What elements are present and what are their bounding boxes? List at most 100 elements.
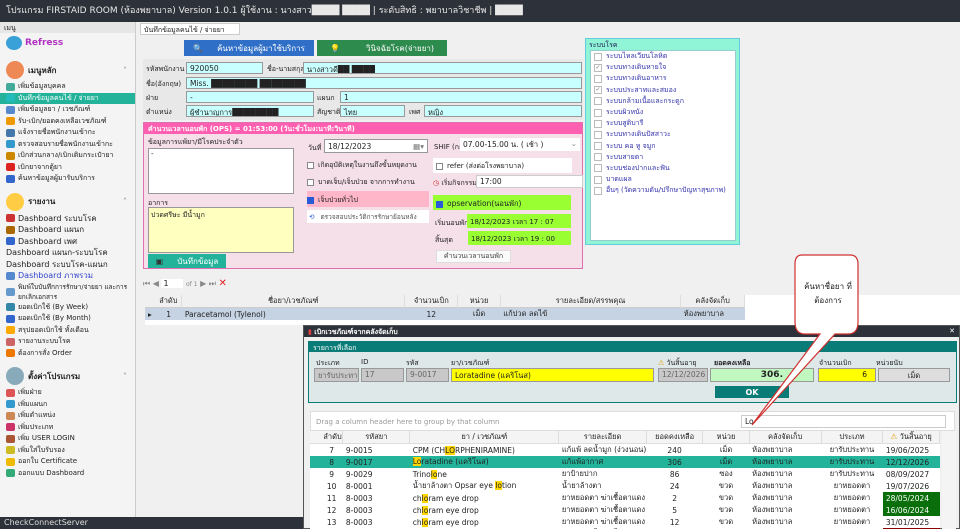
last-page-icon[interactable]: ⏭ [209, 279, 216, 288]
diagnose-button[interactable]: 💡 วินิจฉัยโรค(จ่ายยา) [317, 40, 447, 56]
column-header[interactable]: ลำดับ [155, 295, 183, 308]
checkbox[interactable] [594, 130, 602, 139]
menu-item[interactable]: ค้นหาข้อมูลผู้มารับบริการ [0, 173, 135, 185]
checkbox[interactable] [594, 52, 602, 61]
activity-start-field[interactable]: 17:00 [476, 175, 583, 188]
disease-checkbox[interactable]: ระบบสายตา [591, 152, 735, 163]
menu-item[interactable]: รับ-เบิก/ยอดคงเหลือเวชภัณฑ์ [0, 116, 135, 128]
checkbox[interactable] [594, 153, 602, 162]
table-row[interactable]: 10 8-0001 น้ำยาล้างตา Opsar eye lotion น… [310, 480, 940, 492]
calc-rest-button[interactable]: คำนวนเวลานอนพัก [436, 250, 511, 263]
menu-group-header[interactable]: รายงาน ˄ [0, 191, 135, 213]
next-page-icon[interactable]: ▶ [200, 279, 206, 288]
refer-checkbox[interactable]: refer (ส่งต่อโรงพยาบาล) [433, 158, 572, 173]
dept-field[interactable]: - [186, 91, 314, 103]
menu-item[interactable]: Dashboard เพศ [0, 236, 135, 248]
disease-checkbox[interactable]: บาดแผล [591, 174, 735, 185]
menu-item[interactable]: พิมพ์ใบบันทึกการรักษา/จ่ายยา และการยกเลิ… [0, 282, 135, 302]
menu-item[interactable]: เพิ่ม USER LOGIN [0, 433, 135, 445]
name-field[interactable]: นางสาวดี██ ████ [303, 62, 582, 74]
column-header[interactable]: รหัสยา [342, 431, 411, 444]
menu-item[interactable]: เบิกยาจากตู้ยา [0, 162, 135, 174]
history-textarea[interactable]: - [148, 148, 294, 194]
checkbox[interactable]: ✓ [594, 63, 602, 72]
menu-item[interactable]: Dashboard แผนก [0, 224, 135, 236]
column-header[interactable]: ⚠ วันสิ้นอายุ [882, 431, 940, 444]
checkbox[interactable] [594, 175, 602, 184]
table-row[interactable]: 13 8-0003 chloram eye drop ยาหยอดตา ฆ่าเ… [310, 516, 940, 528]
symptom-textarea[interactable]: ปวดศรีษะ มีน้ำมูก [148, 207, 294, 253]
general-illness-checkbox[interactable]: เจ็บป่วยทั่วไป [307, 191, 429, 207]
refresh-button[interactable]: Refress [0, 33, 135, 53]
accident-checkbox[interactable]: เกิดอุบัติเหตุในงานถึงขั้นหยุดงาน [307, 160, 417, 171]
menu-item[interactable]: ตรวจสอบรายชื่อพนักงานเข้ากะ [0, 139, 135, 151]
menu-item[interactable]: เพิ่มประเภท [0, 422, 135, 434]
checkbox[interactable] [594, 186, 602, 195]
checkbox[interactable] [594, 74, 602, 83]
save-button[interactable]: ▣ บันทึกข้อมูล [148, 254, 226, 268]
menu-item[interactable]: Dashboard ภาพรวม [0, 270, 135, 282]
disease-checkbox[interactable]: ระบบผิวหนัง [591, 107, 735, 118]
table-row[interactable]: 9 9-0029 Trinolone ยาป้ายปาก 86 ซอง ห้อง… [310, 468, 940, 480]
column-header[interactable]: ยอดคงเหลือ [646, 431, 704, 444]
checkbox[interactable] [594, 119, 602, 128]
column-header[interactable]: คลังจัดเก็บ [680, 295, 745, 308]
menu-item[interactable]: Dashboard ระบบโรค-แผนก [0, 259, 135, 271]
disease-checkbox[interactable]: อื่นๆ (วัดความดัน/ปรึกษาปัญหาสุขภาพ) [591, 185, 735, 196]
collapse-icon[interactable]: ˄ [123, 66, 127, 75]
tab-patient-record[interactable]: บันทึกข้อมูลคนไข้ / จ่ายยา [140, 23, 240, 35]
rest-start-picker[interactable]: 18/12/2023 เวลา 17 : 07 [467, 214, 571, 228]
position-field[interactable]: ผู้ชำนาญการ████████ [186, 105, 314, 117]
close-icon[interactable]: ✕ [949, 327, 955, 335]
observation-checkbox[interactable]: opservation(นอนพัก) [433, 195, 571, 210]
menu-item[interactable]: เบิกส่วนกลาง/เบิกเติมกระเป๋ายา [0, 150, 135, 162]
menu-group-header[interactable]: ตั้งค่าโปรแกรม ˄ [0, 365, 135, 387]
disease-checkbox[interactable]: ระบบช่องปากและฟัน [591, 163, 735, 174]
menu-item[interactable]: ต้องการสั่ง Order [0, 348, 135, 360]
menu-item[interactable]: เพิ่มแผนก [0, 399, 135, 411]
column-header[interactable]: ยา / เวชภัณฑ์ [409, 431, 560, 444]
column-header[interactable]: จำนวนเบิก [404, 295, 459, 308]
first-page-icon[interactable]: ⏮ [143, 279, 150, 288]
column-header[interactable]: รายละเอียด/สรรพคุณ [500, 295, 682, 308]
menu-item[interactable]: ออกแบบ Dashboard [0, 468, 135, 480]
disease-checkbox[interactable]: ✓ ระบบประสาทและสมอง [591, 85, 735, 96]
menu-item[interactable]: รายงานระบบโรค [0, 336, 135, 348]
disease-checkbox[interactable]: ระบบ คอ หู จมูก [591, 141, 735, 152]
checkbox[interactable] [594, 164, 602, 173]
date-picker[interactable]: 18/12/2023 ▦▾ [324, 139, 428, 153]
column-header[interactable]: รายละเอียด [558, 431, 647, 444]
eng-name-field[interactable]: Miss. ████████ ████████ [186, 77, 582, 89]
page-input[interactable]: 1 [161, 279, 184, 288]
menu-item[interactable]: บันทึกข้อมูลคนไข้ / จ่ายยา [0, 92, 135, 104]
table-row[interactable]: 7 9-0015 CPM (CHLORPHENIRAMINE) แก้แพ้ ล… [310, 444, 940, 457]
menu-item[interactable]: ออกใบ Certificate [0, 456, 135, 468]
checkbox[interactable] [594, 142, 602, 151]
checkbox[interactable] [594, 97, 602, 106]
menu-item[interactable]: เพิ่มฝ่าย [0, 387, 135, 399]
work-injury-checkbox[interactable]: บาดเจ็บ/เจ็บป่วย จากการทำงาน [307, 177, 415, 188]
menu-item[interactable]: เพิ่มตำแหน่ง [0, 410, 135, 422]
disease-checkbox[interactable]: ระบบกล้ามเนื้อและกระดูก [591, 96, 735, 107]
emp-id-field[interactable]: 920050 [186, 62, 263, 74]
column-header[interactable]: ลำดับ [320, 431, 344, 444]
menu-item[interactable]: ยอดเบิกใช้ (By Week) [0, 302, 135, 314]
table-row[interactable]: 11 8-0003 chloram eye drop ยาหยอดตา ฆ่าเ… [310, 492, 940, 504]
table-row[interactable]: 12 8-0003 chloram eye drop ยาหยอดตา ฆ่าเ… [310, 504, 940, 516]
menu-item[interactable]: ยอดเบิกใช้ (By Month) [0, 313, 135, 325]
sex-field[interactable]: หญิง [424, 105, 582, 117]
menu-item[interactable]: แจ้งรายชื่อพนักงานเข้ากะ [0, 127, 135, 139]
disease-checkbox[interactable]: ระบบทางเดินอาหาร [591, 73, 735, 84]
table-row[interactable]: → 8 9-0017 Loratadine (แคริโนส) แก้แพ้อา… [310, 456, 940, 468]
checkbox[interactable]: ✓ [594, 86, 602, 95]
nationality-field[interactable]: ไทย [340, 105, 405, 117]
grid-scrollbar[interactable] [942, 431, 956, 529]
disease-checkbox[interactable]: ระบบไหลเวียนโลหิต [591, 51, 735, 62]
section-field[interactable]: 1 [340, 91, 582, 103]
collapse-icon[interactable]: ˄ [123, 372, 127, 381]
menu-group-header[interactable]: เมนูหลัก ˄ [0, 59, 135, 81]
column-header[interactable]: หน่วย [457, 295, 501, 308]
delete-icon[interactable]: ✕ [219, 278, 227, 289]
menu-item[interactable]: เพิ่มข้อมูลยา / เวชภัณฑ์ [0, 104, 135, 116]
disease-checkbox[interactable]: ระบบสูติบารี [591, 118, 735, 129]
